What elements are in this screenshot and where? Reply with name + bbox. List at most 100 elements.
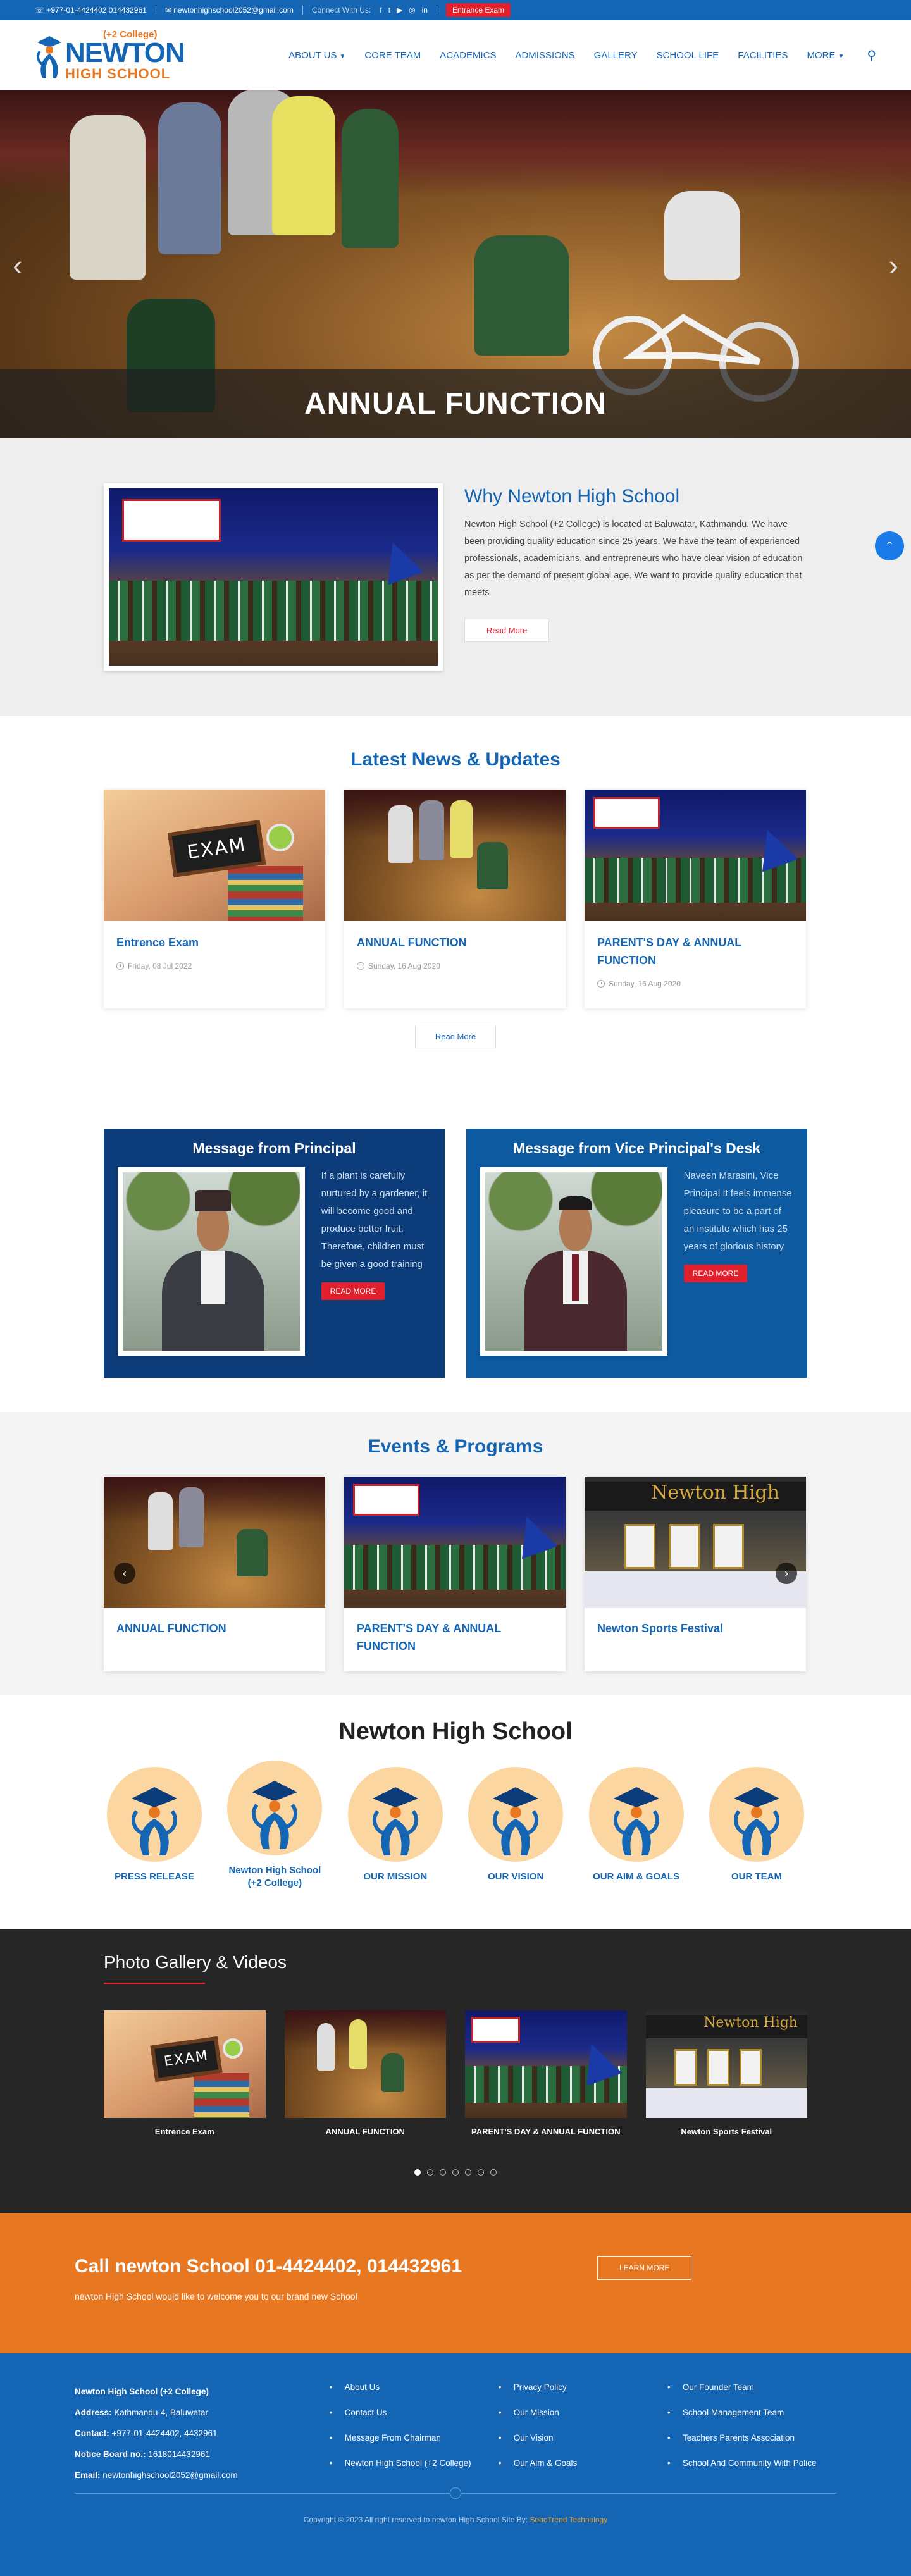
- gallery-item[interactable]: ANNUAL FUNCTION: [284, 2010, 446, 2136]
- news-card-title[interactable]: ANNUAL FUNCTION: [357, 934, 553, 951]
- school-link-label[interactable]: OUR AIM & GOALS: [586, 1871, 687, 1883]
- photo-tie: [572, 1254, 579, 1301]
- footer-link[interactable]: School And Community With Police: [667, 2457, 836, 2470]
- vice-read-more-button[interactable]: READ MORE: [683, 1265, 748, 1282]
- footer-link[interactable]: Teachers Parents Association: [667, 2432, 836, 2444]
- footer-email[interactable]: newtonhighschool2052@gmail.com: [102, 2470, 237, 2480]
- school-link-label[interactable]: PRESS RELEASE: [104, 1871, 205, 1883]
- news-read-more-button[interactable]: Read More: [415, 1025, 496, 1048]
- gallery-dot[interactable]: [490, 2169, 497, 2176]
- gallery-dot[interactable]: [478, 2169, 484, 2176]
- facebook-icon[interactable]: f: [380, 6, 381, 15]
- footer-link[interactable]: About Us: [330, 2381, 499, 2394]
- vice-principal-photo: [480, 1167, 667, 1356]
- footer-link[interactable]: Newton High School (+2 College): [330, 2457, 499, 2470]
- footer-link[interactable]: Message From Chairman: [330, 2432, 499, 2444]
- search-icon[interactable]: ⚲: [867, 47, 876, 63]
- nav-more[interactable]: MORE ▼: [807, 50, 844, 61]
- learn-more-button[interactable]: LEARN MORE: [597, 2256, 692, 2280]
- gallery-dot[interactable]: [440, 2169, 446, 2176]
- function-photo: [344, 790, 566, 921]
- footer-link[interactable]: School Management Team: [667, 2406, 836, 2419]
- event-card-title[interactable]: ANNUAL FUNCTION: [116, 1619, 313, 1637]
- photo-figure: [316, 2023, 335, 2071]
- gallery-dot[interactable]: [414, 2169, 421, 2176]
- news-card-title[interactable]: Entrence Exam: [116, 934, 313, 951]
- principal-photo: [118, 1167, 305, 1356]
- news-card-date: Sunday, 16 Aug 2020: [609, 979, 681, 988]
- footer-contact-number[interactable]: +977-01-4424402, 4432961: [112, 2429, 218, 2438]
- school-link-label[interactable]: Newton High School (+2 College): [224, 1864, 325, 1890]
- slider-next-button[interactable]: ›: [889, 248, 898, 282]
- instagram-icon[interactable]: ◎: [409, 6, 415, 15]
- gallery-dot[interactable]: [452, 2169, 459, 2176]
- nav-core-team[interactable]: CORE TEAM: [364, 50, 421, 61]
- gallery-dot[interactable]: [465, 2169, 471, 2176]
- school-link-label[interactable]: OUR VISION: [465, 1871, 566, 1883]
- nav-facilities[interactable]: FACILITIES: [738, 50, 788, 61]
- why-text: Newton High School (+2 College) is locat…: [464, 519, 803, 598]
- event-card[interactable]: PARENT'S DAY & ANNUAL FUNCTION: [344, 1477, 566, 1671]
- gallery-pagination: [104, 2169, 807, 2176]
- event-card-title[interactable]: Newton Sports Festival: [597, 1619, 793, 1637]
- slider-prev-button[interactable]: ‹: [13, 248, 22, 282]
- gallery-item[interactable]: Newton High Newton Sports Festival: [645, 2010, 807, 2136]
- news-card-title[interactable]: PARENT'S DAY & ANNUAL FUNCTION: [597, 934, 793, 969]
- circle-icon: [450, 2487, 461, 2499]
- topbar-phone[interactable]: +977-01-4424402 014432961: [46, 6, 146, 15]
- school-link-item[interactable]: OUR AIM & GOALS: [586, 1767, 687, 1890]
- school-logo-icon: [347, 1767, 443, 1862]
- footer-link[interactable]: Our Mission: [499, 2406, 667, 2419]
- developer-credit-link[interactable]: SoboTrend Technology: [530, 2515, 607, 2524]
- school-link-label[interactable]: OUR TEAM: [706, 1871, 807, 1883]
- parade-photo: [344, 1477, 566, 1608]
- entrance-exam-button[interactable]: Entrance Exam: [445, 3, 511, 17]
- events-next-button[interactable]: ›: [776, 1563, 797, 1584]
- nav-academics[interactable]: ACADEMICS: [440, 50, 496, 61]
- event-card[interactable]: ANNUAL FUNCTION: [104, 1477, 325, 1671]
- school-link-item[interactable]: OUR TEAM: [706, 1767, 807, 1890]
- gallery-caption: PARENT'S DAY & ANNUAL FUNCTION: [471, 2127, 621, 2136]
- linkedin-icon[interactable]: in: [422, 6, 428, 15]
- nav-gallery[interactable]: GALLERY: [594, 50, 638, 61]
- event-card-title[interactable]: PARENT'S DAY & ANNUAL FUNCTION: [357, 1619, 553, 1655]
- why-read-more-button[interactable]: Read More: [464, 619, 550, 642]
- events-prev-button[interactable]: ‹: [114, 1563, 135, 1584]
- gallery-dot[interactable]: [427, 2169, 433, 2176]
- nav-about-us[interactable]: ABOUT US ▼: [288, 50, 345, 61]
- school-link-item[interactable]: Newton High School (+2 College): [224, 1761, 325, 1890]
- photo-certificate: [674, 2049, 698, 2086]
- event-card[interactable]: Newton High Newton Sports Festival: [585, 1477, 806, 1671]
- gallery-item[interactable]: PARENT'S DAY & ANNUAL FUNCTION: [465, 2010, 627, 2136]
- news-card[interactable]: ANNUAL FUNCTION Sunday, 16 Aug 2020: [344, 790, 566, 1008]
- news-card[interactable]: EXAM Entrence Exam Friday, 08 Jul 2022: [104, 790, 325, 1008]
- school-link-item[interactable]: OUR MISSION: [345, 1767, 446, 1890]
- footer-link[interactable]: Our Founder Team: [667, 2381, 836, 2394]
- topbar-email[interactable]: newtonhighschool2052@gmail.com: [173, 6, 294, 15]
- footer-link[interactable]: Contact Us: [330, 2406, 499, 2419]
- footer-link[interactable]: Our Aim & Goals: [499, 2457, 667, 2470]
- footer-link[interactable]: Privacy Policy: [499, 2381, 667, 2394]
- school-link-item[interactable]: PRESS RELEASE: [104, 1767, 205, 1890]
- gallery-item[interactable]: EXAM Entrence Exam: [104, 2010, 266, 2136]
- function-photo: [104, 1477, 325, 1608]
- footer-links-col-1: About Us Contact Us Message From Chairma…: [330, 2381, 499, 2486]
- copyright-text: Copyright © 2023 All right reserved to n…: [303, 2515, 528, 2524]
- photo-figure: [477, 842, 508, 890]
- news-card[interactable]: PARENT'S DAY & ANNUAL FUNCTION Sunday, 1…: [585, 790, 806, 1008]
- why-title: Why Newton High School: [464, 486, 680, 507]
- vice-message-title: Message from Vice Principal's Desk: [512, 1140, 761, 1156]
- school-title: Newton High School: [338, 1718, 573, 1745]
- scroll-to-top-button[interactable]: ⌃: [875, 531, 904, 560]
- school-link-label[interactable]: OUR MISSION: [345, 1871, 446, 1883]
- footer-contact-label: Contact: [75, 2429, 107, 2438]
- youtube-icon[interactable]: ▶: [397, 6, 402, 15]
- principal-read-more-button[interactable]: READ MORE: [321, 1282, 385, 1300]
- logo[interactable]: (+2 College) NEWTON HIGH SCHOOL: [35, 28, 199, 82]
- school-logo-icon: [588, 1767, 684, 1862]
- twitter-icon[interactable]: t: [388, 6, 390, 15]
- footer-link[interactable]: Our Vision: [499, 2432, 667, 2444]
- school-link-item[interactable]: OUR VISION: [465, 1767, 566, 1890]
- nav-school-life[interactable]: SCHOOL LIFE: [657, 50, 719, 61]
- nav-admissions[interactable]: ADMISSIONS: [515, 50, 574, 61]
